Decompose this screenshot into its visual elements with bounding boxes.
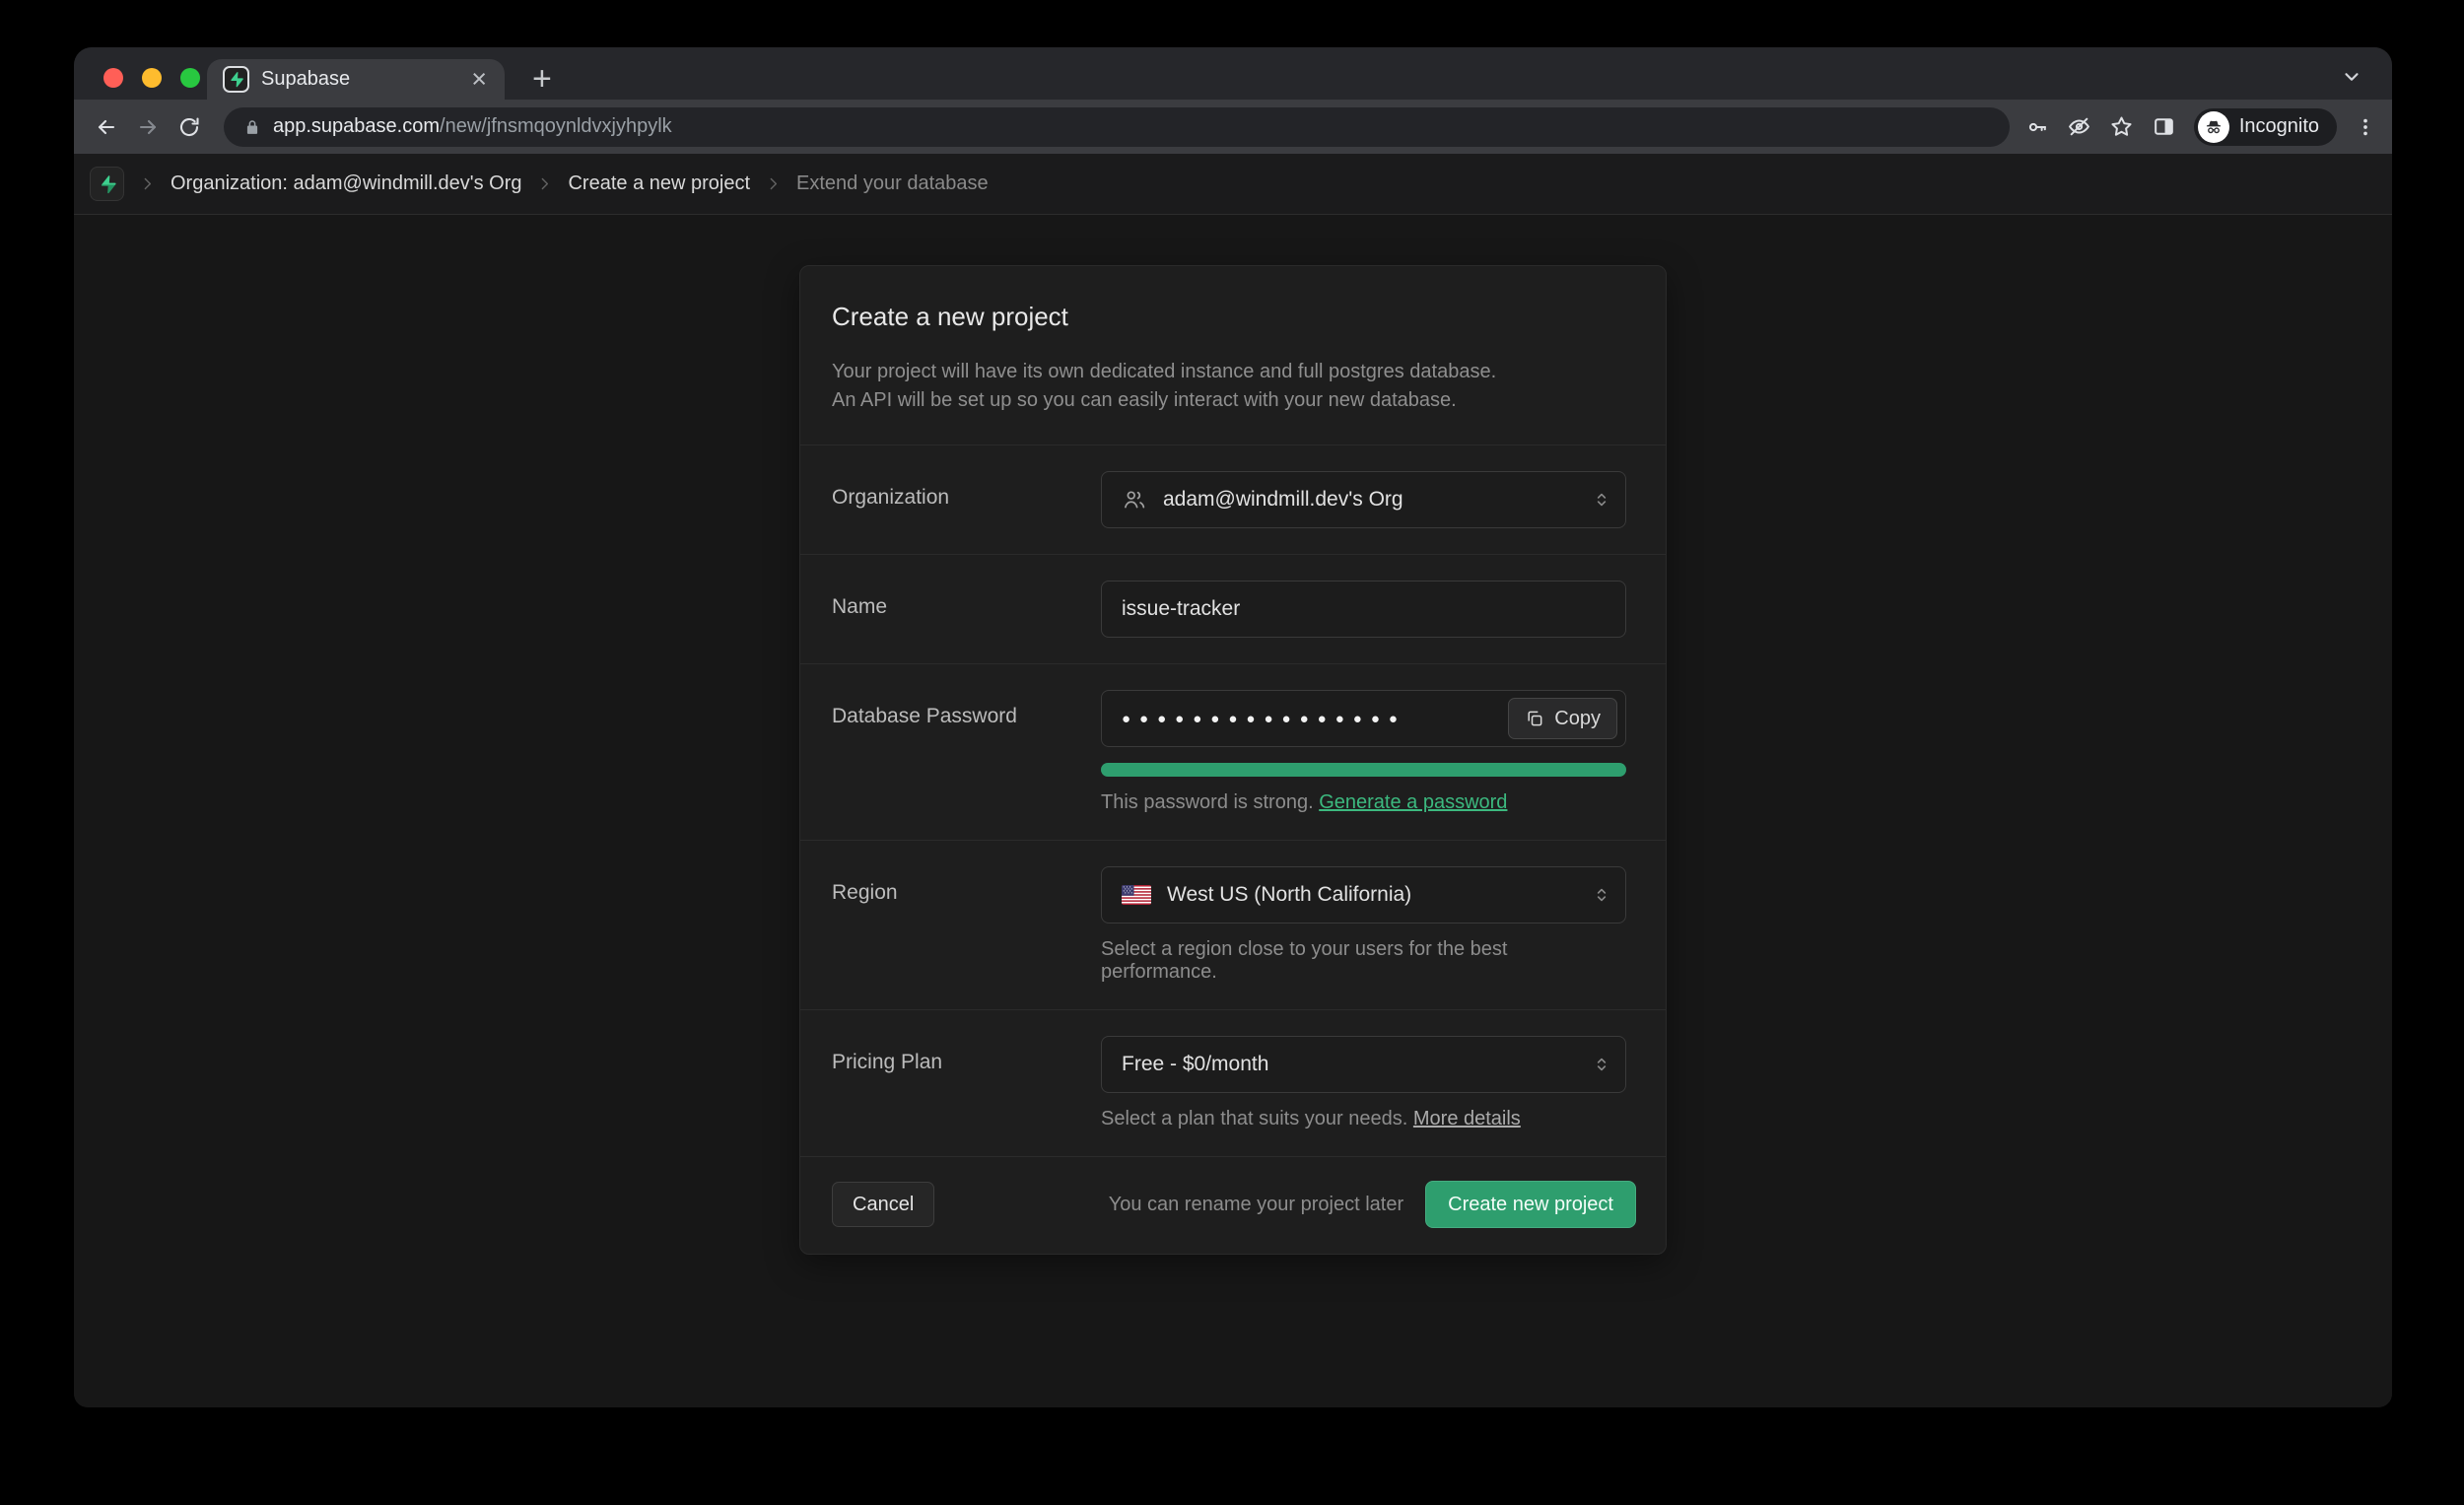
create-new-project-button[interactable]: Create new project [1425,1181,1636,1228]
region-helper: Select a region close to your users for … [1101,938,1626,984]
password-input[interactable]: ●●●●●●●●●●●●●●●● Copy [1101,690,1626,747]
more-details-link[interactable]: More details [1413,1108,1521,1129]
password-strength-bar [1101,763,1626,777]
breadcrumb-extend-database: Extend your database [796,172,989,195]
organization-value: adam@windmill.dev's Org [1163,488,1403,512]
chevron-selector-icon [1592,490,1611,510]
description-line-1: Your project will have its own dedicated… [832,358,1634,386]
side-panel-icon[interactable] [2152,114,2176,139]
pricing-value: Free - $0/month [1122,1053,1268,1076]
lock-icon [243,118,261,136]
pricing-row: Pricing Plan Free - $0/month Select a pl… [800,1010,1666,1157]
chevron-right-icon [139,175,156,192]
pricing-select[interactable]: Free - $0/month [1101,1036,1626,1093]
organization-select[interactable]: adam@windmill.dev's Org [1101,471,1626,528]
organization-row: Organization adam@windmill.dev's Org [800,445,1666,555]
cancel-button[interactable]: Cancel [832,1182,934,1227]
tab-close-icon[interactable]: × [469,66,489,93]
project-name-input[interactable]: issue-tracker [1101,581,1626,638]
chevron-right-icon [765,175,782,192]
chevron-selector-icon [1592,885,1611,905]
eye-off-icon[interactable] [2067,114,2091,139]
tab-strip: Supabase × + [74,47,2392,100]
generate-password-link[interactable]: Generate a password [1319,791,1507,813]
users-icon [1122,487,1147,513]
password-strength-text: This password is strong. [1101,791,1314,813]
name-label: Name [832,581,1101,619]
password-key-icon[interactable] [2025,115,2049,139]
region-select[interactable]: West US (North California) [1101,866,1626,924]
zoom-window-button[interactable] [180,68,200,88]
incognito-label: Incognito [2239,115,2319,138]
region-value: West US (North California) [1167,883,1411,907]
url-path: /new/jfnsmqoynldvxjyhpylk [440,115,672,137]
pricing-group: Free - $0/month Select a plan that suits… [1101,1036,1626,1130]
copy-icon [1525,709,1544,728]
breadcrumb-create-project[interactable]: Create a new project [568,172,750,195]
tab-search-chevron-icon[interactable] [2341,66,2362,88]
browser-window: Supabase × + app.supabase.com/new/jfnsmq… [74,47,2392,1407]
page-body: Create a new project Your project will h… [74,215,2392,1407]
back-icon[interactable] [90,110,123,144]
supabase-favicon-icon [223,66,249,93]
menu-dots-icon[interactable] [2355,116,2376,138]
incognito-icon [2198,111,2229,143]
copy-password-button[interactable]: Copy [1508,698,1617,739]
region-label: Region [832,866,1101,905]
supabase-logo-icon[interactable] [90,167,124,201]
password-label: Database Password [832,690,1101,728]
url-domain: app.supabase.com [273,115,440,137]
password-helper: This password is strong. Generate a pass… [1101,791,1626,814]
card-description: Your project will have its own dedicated… [800,332,1666,445]
app-header: Organization: adam@windmill.dev's Org Cr… [74,154,2392,215]
bookmark-star-icon[interactable] [2109,114,2134,139]
breadcrumb-organization[interactable]: Organization: adam@windmill.dev's Org [171,172,521,195]
name-row: Name issue-tracker [800,555,1666,664]
password-masked-value: ●●●●●●●●●●●●●●●● [1122,711,1508,727]
chevron-right-icon [536,175,553,192]
password-group: ●●●●●●●●●●●●●●●● Copy This password is s… [1101,690,1626,814]
pricing-helper: Select a plan that suits your needs. Mor… [1101,1108,1626,1130]
copy-button-label: Copy [1554,708,1601,730]
region-group: West US (North California) Select a regi… [1101,866,1626,984]
browser-tab-supabase[interactable]: Supabase × [207,59,505,100]
forward-icon[interactable] [131,110,165,144]
address-bar[interactable]: app.supabase.com/new/jfnsmqoynldvxjyhpyl… [224,107,2010,147]
password-row: Database Password ●●●●●●●●●●●●●●●● Copy … [800,664,1666,841]
card-header: Create a new project [800,266,1666,332]
description-line-2: An API will be set up so you can easily … [832,386,1634,415]
pricing-helper-text: Select a plan that suits your needs. [1101,1108,1407,1129]
browser-toolbar: app.supabase.com/new/jfnsmqoynldvxjyhpyl… [74,100,2392,154]
new-tab-button[interactable]: + [526,59,558,100]
reload-icon[interactable] [172,110,206,144]
close-window-button[interactable] [103,68,123,88]
url-text: app.supabase.com/new/jfnsmqoynldvxjyhpyl… [273,115,672,138]
chevron-selector-icon [1592,1055,1611,1074]
window-controls [103,68,200,88]
page-title: Create a new project [832,302,1634,332]
create-project-card: Create a new project Your project will h… [799,265,1667,1255]
minimize-window-button[interactable] [142,68,162,88]
organization-label: Organization [832,471,1101,510]
card-footer: Cancel You can rename your project later… [800,1157,1666,1254]
rename-note: You can rename your project later [1109,1194,1403,1216]
toolbar-actions: Incognito [2025,108,2376,146]
region-row: Region West US (North California) Select… [800,841,1666,1010]
pricing-label: Pricing Plan [832,1036,1101,1074]
incognito-badge: Incognito [2194,108,2337,146]
us-flag-icon [1122,885,1151,905]
tab-title: Supabase [261,68,469,91]
